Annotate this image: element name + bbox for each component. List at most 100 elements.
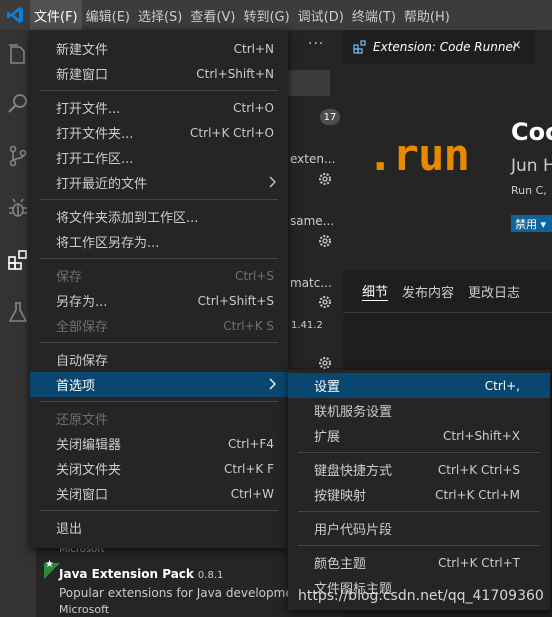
preferences-submenu: 设置 Ctrl+, 联机服务设置扩展 Ctrl+Shift+X 键盘快捷方式 Ctrl+K… (288, 370, 550, 610)
file-menu-item-5-2[interactable]: 关闭文件夹 Ctrl+K F (30, 456, 288, 481)
menu-item-shortcut: Ctrl+K Ctrl+M (435, 487, 520, 502)
preferences-menu-item-0-1[interactable]: 联机服务设置 (288, 398, 550, 423)
file-menu-item-2-1[interactable]: 将工作区另存为... (30, 229, 288, 254)
file-menu-item-1-0[interactable]: 打开文件... Ctrl+O (30, 95, 288, 120)
menu-bar: 文件(F) 编辑(E) 选择(S) 查看(V) 转到(G) 调试(D) 终端(T… (0, 0, 552, 30)
menu-item-shortcut: Ctrl+Shift+X (443, 428, 520, 443)
preferences-menu-item-1-1[interactable]: 按键映射 Ctrl+K Ctrl+M (288, 482, 550, 507)
menu-terminal[interactable]: 终端(T) (348, 0, 400, 30)
gear-icon[interactable] (317, 171, 333, 187)
details-tabs: 细节 发布内容 更改日志 (343, 270, 552, 312)
search-icon[interactable] (6, 92, 30, 116)
menu-item-label: 打开最近的文件 (56, 177, 148, 192)
menu-item-label: 新建文件 (56, 43, 109, 58)
tab-bar: Extension: Code Runner × (343, 30, 552, 64)
file-menu-item-4-0[interactable]: 自动保存 (30, 347, 288, 372)
more-actions-icon[interactable]: ··· (308, 36, 324, 52)
extensions-icon (353, 40, 366, 54)
menu-item-shortcut: Ctrl+K F (224, 461, 274, 476)
vscode-logo-icon[interactable] (0, 0, 30, 30)
menu-help[interactable]: 帮助(H) (400, 0, 454, 30)
menu-item-shortcut: Ctrl+O (233, 100, 274, 115)
menu-item-label: 另存为... (56, 295, 108, 310)
menu-item-shortcut: Ctrl+K Ctrl+T (438, 555, 520, 570)
preferences-menu-item-3-0[interactable]: 颜色主题 Ctrl+K Ctrl+T (288, 550, 550, 575)
menu-item-label: 首选项 (56, 379, 96, 394)
preferences-menu-item-0-0[interactable]: 设置 Ctrl+, (288, 373, 550, 398)
file-menu: 新建文件 Ctrl+N 新建窗口 Ctrl+Shift+N 打开文件... Ctrl+O 打… (30, 30, 288, 548)
file-menu-item-2-0[interactable]: 将文件夹添加到工作区... (30, 204, 288, 229)
file-menu-item-4-1[interactable]: 首选项 (30, 372, 288, 397)
preferences-menu-item-0-2[interactable]: 扩展 Ctrl+Shift+X (288, 423, 550, 448)
extensions-icon[interactable] (6, 248, 30, 272)
testing-flask-icon[interactable] (6, 300, 30, 324)
extension-header: .run Coc Jun H Run C, 禁用 ▾ (343, 64, 552, 270)
menu-item-shortcut: Ctrl+W (230, 486, 274, 501)
menu-item-label: 退出 (56, 522, 83, 537)
file-menu-item-1-1[interactable]: 打开文件夹... Ctrl+K Ctrl+O (30, 120, 288, 145)
file-menu-item-1-3[interactable]: 打开最近的文件 (30, 170, 288, 195)
extension-version: 0.8.1 (197, 570, 224, 581)
menu-item-shortcut: Ctrl+, (484, 378, 520, 393)
tab-changelog[interactable]: 更改日志 (468, 282, 520, 301)
file-menu-item-0-0[interactable]: 新建文件 Ctrl+N (30, 36, 288, 61)
menu-separator (40, 199, 278, 200)
menu-separator (40, 258, 278, 259)
gear-icon[interactable] (317, 294, 333, 310)
source-control-icon[interactable] (6, 144, 30, 168)
menu-item-label: 关闭文件夹 (56, 463, 122, 478)
list-item-version: 1.41.2 (291, 320, 323, 331)
menu-item-shortcut: Ctrl+K Ctrl+O (190, 125, 274, 140)
menu-item-shortcut: Ctrl+N (233, 41, 274, 56)
preferences-menu-item-2-0[interactable]: 用户代码片段 (288, 516, 550, 541)
menu-selection[interactable]: 选择(S) (134, 0, 186, 30)
list-item-fragment: same... (290, 214, 335, 228)
menu-item-label: 联机服务设置 (314, 405, 393, 420)
menu-item-shortcut: Ctrl+Shift+S (197, 293, 274, 308)
file-menu-item-5-3[interactable]: 关闭窗口 Ctrl+W (30, 481, 288, 506)
menu-item-label: 自动保存 (56, 354, 109, 369)
menu-item-shortcut: Ctrl+F4 (228, 436, 274, 451)
chevron-right-icon (269, 378, 276, 390)
file-menu-item-6-0[interactable]: 退出 (30, 515, 288, 540)
file-menu-item-5-0: 还原文件 (30, 406, 288, 431)
menu-file[interactable]: 文件(F) (30, 0, 82, 30)
menu-item-shortcut: Ctrl+S (234, 268, 274, 283)
gear-icon[interactable] (317, 233, 333, 249)
menu-item-label: 用户代码片段 (314, 523, 393, 538)
menu-edit[interactable]: 编辑(E) (82, 0, 134, 30)
file-menu-item-0-1[interactable]: 新建窗口 Ctrl+Shift+N (30, 61, 288, 86)
explorer-icon[interactable] (6, 42, 30, 66)
menu-item-label: 将工作区另存为... (56, 236, 160, 251)
disable-button[interactable]: 禁用 ▾ (511, 215, 552, 232)
menu-item-label: 将文件夹添加到工作区... (56, 211, 199, 226)
extension-author[interactable]: Jun H (511, 156, 552, 176)
menu-item-label: 设置 (314, 380, 341, 395)
file-menu-item-3-1[interactable]: 另存为... Ctrl+Shift+S (30, 288, 288, 313)
debug-icon[interactable] (6, 196, 30, 220)
menu-separator (298, 452, 540, 453)
gear-icon[interactable] (317, 355, 333, 371)
tab-label: Extension: Code Runner (373, 40, 518, 54)
menu-separator (40, 510, 278, 511)
extensions-search-input[interactable] (282, 70, 330, 96)
preferences-menu-item-1-0[interactable]: 键盘快捷方式 Ctrl+K Ctrl+S (288, 457, 550, 482)
extension-logo: .run (367, 130, 470, 181)
list-item-fragment: matc... (290, 276, 332, 290)
menu-item-label: 全部保存 (56, 320, 109, 335)
menu-view[interactable]: 查看(V) (186, 0, 239, 30)
file-menu-item-5-1[interactable]: 关闭编辑器 Ctrl+F4 (30, 431, 288, 456)
menu-item-label: 打开文件... (56, 102, 121, 117)
tab-details[interactable]: 细节 (362, 281, 389, 301)
tab-contributions[interactable]: 发布内容 (402, 282, 454, 301)
menu-item-label: 关闭窗口 (56, 488, 109, 503)
chevron-right-icon (269, 176, 276, 188)
menu-go[interactable]: 转到(G) (239, 0, 293, 30)
menu-item-shortcut: Ctrl+Shift+N (196, 66, 274, 81)
close-icon[interactable]: × (511, 38, 522, 53)
menu-item-label: 打开工作区... (56, 152, 134, 167)
tab-extension-code-runner[interactable]: Extension: Code Runner × (343, 30, 535, 64)
menu-debug[interactable]: 调试(D) (294, 0, 348, 30)
menu-separator (298, 545, 540, 546)
file-menu-item-1-2[interactable]: 打开工作区... (30, 145, 288, 170)
